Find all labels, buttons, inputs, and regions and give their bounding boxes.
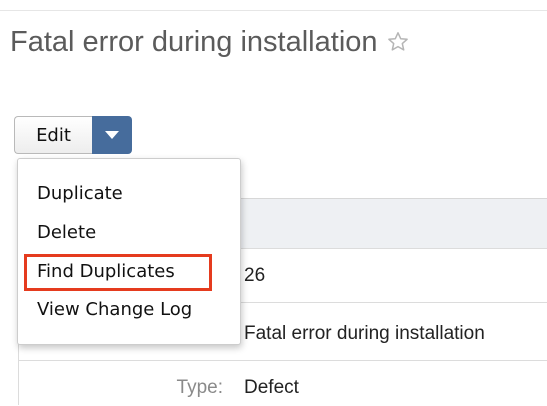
record-title: Fatal error during installation — [10, 25, 378, 58]
menu-item-duplicate[interactable]: Duplicate — [37, 179, 123, 209]
edit-split-button: Edit — [14, 116, 132, 154]
menu-item-view-change-log[interactable]: View Change Log — [37, 295, 192, 325]
actions-dropdown-menu: Duplicate Delete Find Duplicates View Ch… — [17, 158, 241, 345]
menu-item-delete[interactable]: Delete — [37, 218, 96, 248]
menu-item-find-duplicates[interactable]: Find Duplicates — [37, 257, 175, 287]
type-label: Type: — [176, 377, 223, 398]
detail-row-type: Type: Defect — [19, 360, 547, 406]
edit-button[interactable]: Edit — [14, 116, 92, 154]
star-outline-icon[interactable] — [386, 30, 410, 54]
type-value: Defect — [244, 377, 299, 398]
page-title: Fatal error during installation — [10, 22, 410, 62]
number-value: 26 — [244, 265, 266, 286]
subject-value: Fatal error during installation — [244, 323, 485, 344]
caret-down-icon — [105, 130, 119, 139]
top-divider — [0, 10, 547, 11]
actions-dropdown-toggle[interactable] — [92, 116, 132, 154]
